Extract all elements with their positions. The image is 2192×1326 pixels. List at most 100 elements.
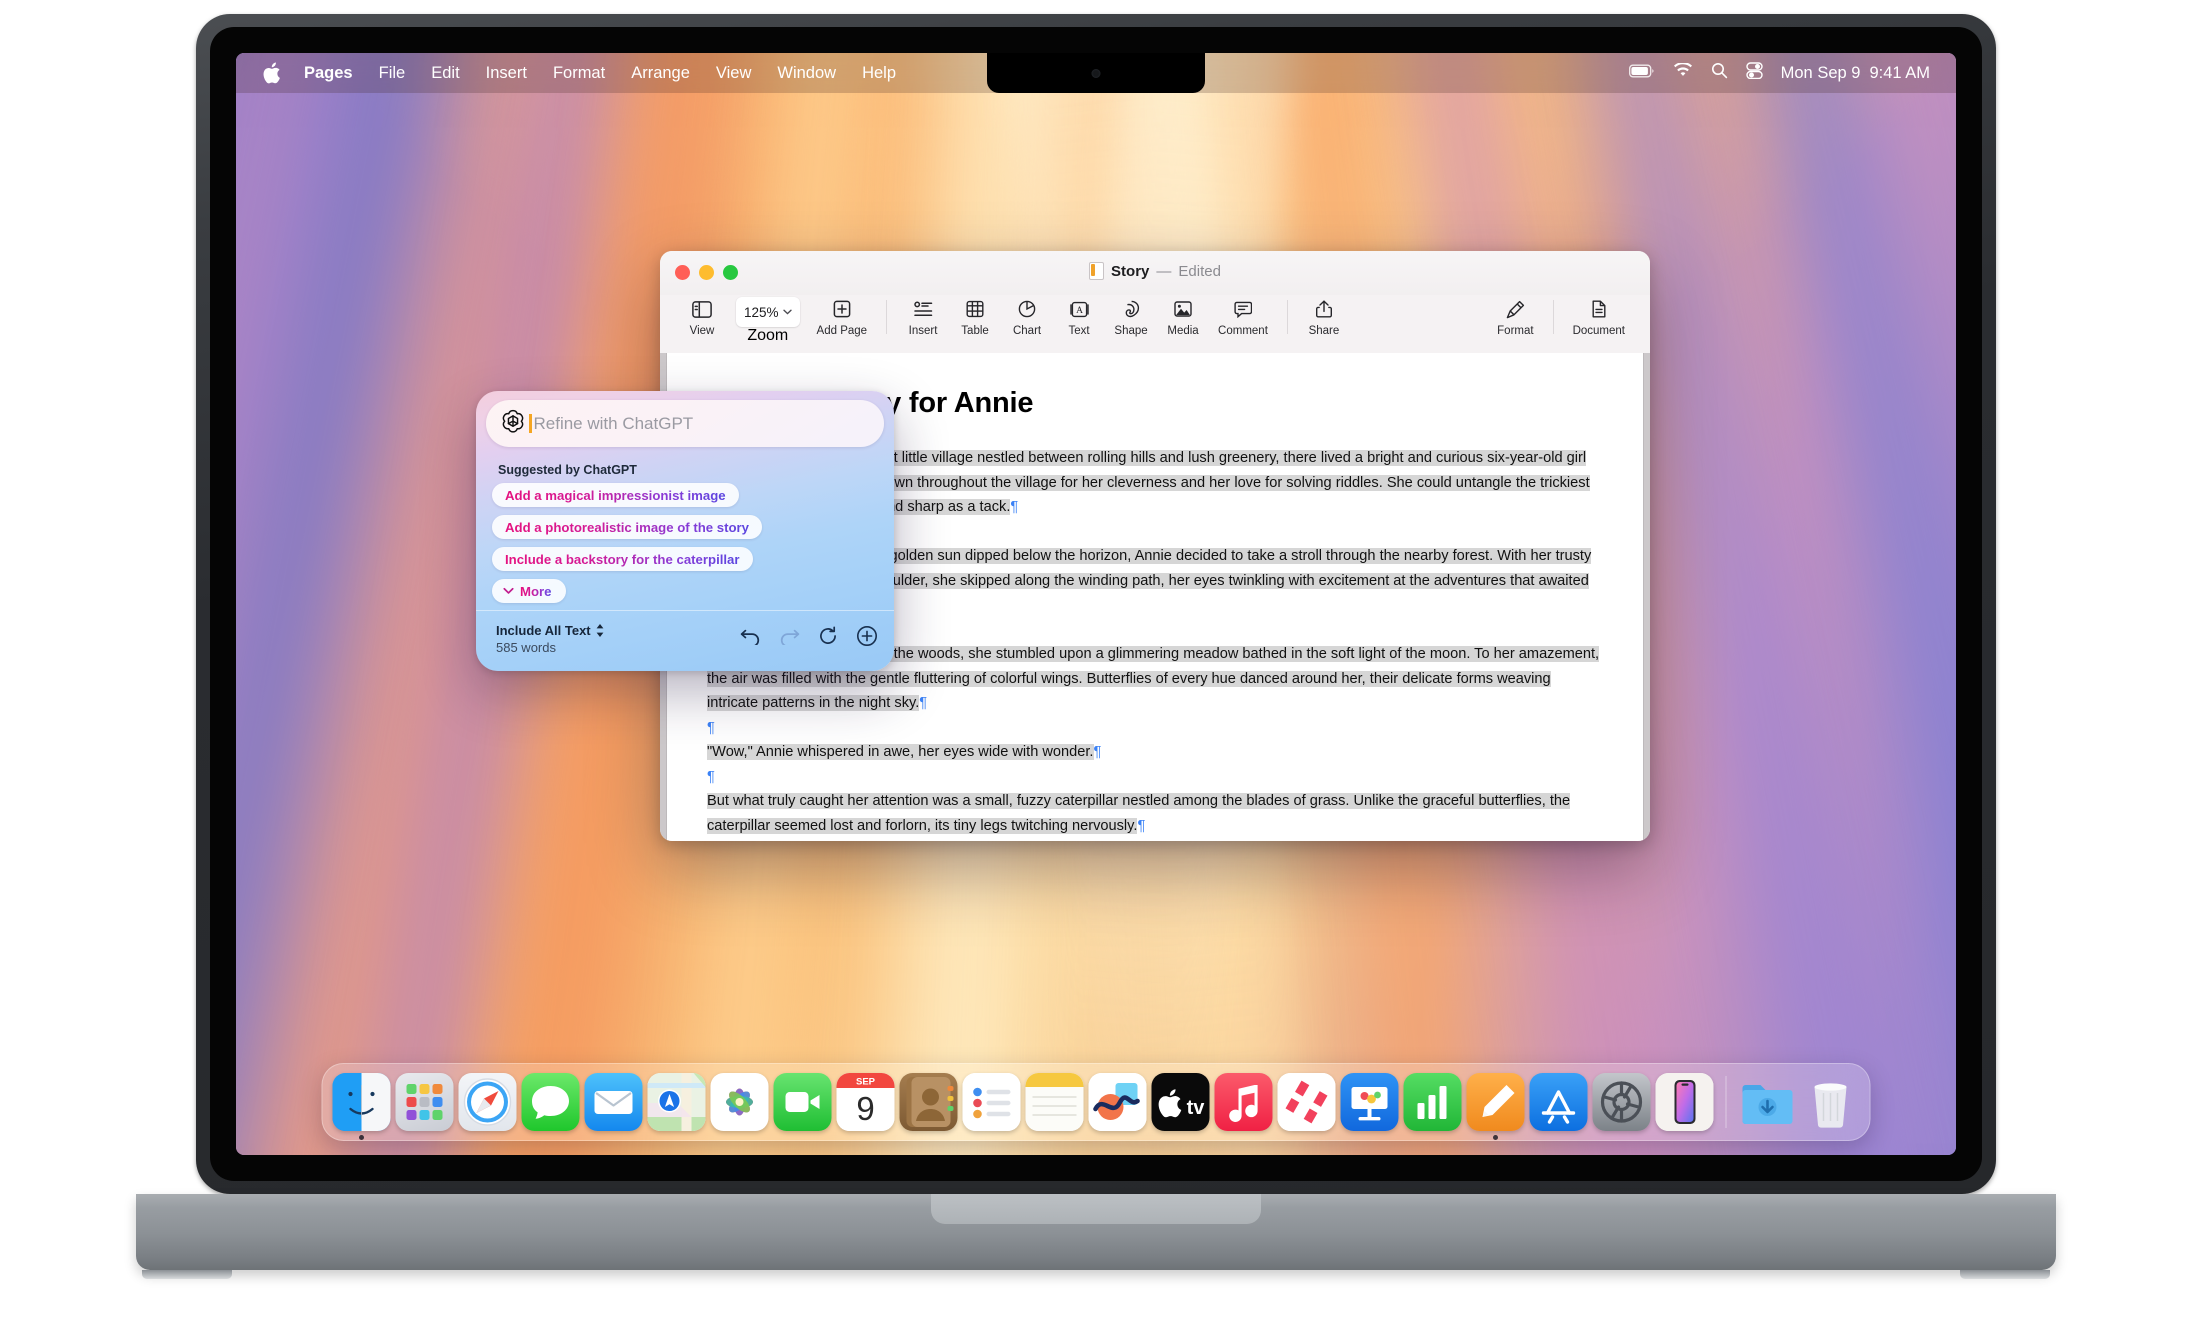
dock-item-safari[interactable] bbox=[458, 1073, 517, 1131]
dock: SEP 9 tv bbox=[321, 1063, 1871, 1141]
text-box-icon: A bbox=[1069, 296, 1089, 322]
media-icon bbox=[1174, 296, 1192, 322]
undo-icon[interactable] bbox=[739, 625, 761, 647]
battery-icon[interactable] bbox=[1628, 64, 1655, 83]
toolbar-share-button[interactable]: Share bbox=[1298, 296, 1350, 337]
pilcrow-mark: ¶ bbox=[1137, 817, 1146, 834]
control-center-icon[interactable] bbox=[1745, 62, 1763, 84]
dock-item-trash[interactable] bbox=[1802, 1073, 1860, 1131]
dock-item-music[interactable] bbox=[1214, 1073, 1273, 1131]
toolbar-zoom-control[interactable]: 125% Zoom bbox=[728, 296, 808, 345]
suggestion-chip-2[interactable]: Add a photorealistic image of the story bbox=[492, 515, 763, 539]
svg-text:tv: tv bbox=[1187, 1097, 1206, 1119]
dock-item-appstore[interactable] bbox=[1529, 1073, 1588, 1131]
menu-item-view[interactable]: View bbox=[703, 53, 764, 93]
more-label: More bbox=[520, 583, 552, 599]
comment-icon bbox=[1234, 296, 1252, 322]
toolbar-shape-label: Shape bbox=[1114, 325, 1148, 337]
more-suggestions-button[interactable]: More bbox=[492, 579, 566, 603]
stepper-icon bbox=[596, 624, 604, 637]
add-icon[interactable] bbox=[856, 625, 878, 647]
toolbar-shape-button[interactable]: Shape bbox=[1105, 296, 1157, 337]
chevron-down-icon bbox=[503, 587, 514, 594]
camera-icon bbox=[1091, 69, 1101, 78]
add-page-icon bbox=[833, 296, 851, 322]
toolbar-share-label: Share bbox=[1308, 325, 1340, 337]
redo-icon[interactable] bbox=[778, 625, 800, 647]
dock-item-appletv[interactable]: tv bbox=[1151, 1073, 1210, 1131]
laptop-foot-left bbox=[142, 1270, 232, 1279]
toolbar-document-button[interactable]: Document bbox=[1564, 296, 1634, 337]
dock-item-iphone-mirroring[interactable] bbox=[1655, 1073, 1714, 1131]
toolbar-text-button[interactable]: A Text bbox=[1053, 296, 1105, 337]
panel-action-buttons bbox=[739, 625, 878, 647]
menu-item-arrange[interactable]: Arrange bbox=[618, 53, 703, 93]
document-paragraph: But what truly caught her attention was … bbox=[707, 789, 1603, 838]
menu-item-insert[interactable]: Insert bbox=[473, 53, 540, 93]
chatgpt-prompt-field[interactable]: Refine with ChatGPT bbox=[486, 400, 884, 447]
toolbar-add-page-label: Add Page bbox=[816, 325, 868, 337]
dock-item-reminders[interactable] bbox=[962, 1073, 1021, 1131]
dock-item-calendar[interactable]: SEP 9 bbox=[836, 1073, 895, 1131]
laptop-bezel: Pages File Edit Insert Format Arrange Vi… bbox=[210, 27, 1982, 1181]
chatgpt-refine-panel: Refine with ChatGPT Suggested by ChatGPT… bbox=[476, 391, 894, 671]
search-icon[interactable] bbox=[1711, 62, 1728, 84]
dock-item-news[interactable] bbox=[1277, 1073, 1336, 1131]
dock-item-system-settings[interactable] bbox=[1592, 1073, 1651, 1131]
dock-item-finder[interactable] bbox=[332, 1073, 391, 1140]
document-title[interactable]: Story bbox=[1111, 263, 1149, 280]
blank-line: ¶ bbox=[707, 838, 1603, 841]
sidebar-icon bbox=[692, 296, 712, 322]
dock-item-downloads-folder[interactable] bbox=[1739, 1073, 1797, 1131]
toolbar-media-label: Media bbox=[1167, 325, 1199, 337]
toolbar-format-button[interactable]: Format bbox=[1488, 296, 1542, 337]
menu-bar-time: 9:41 AM bbox=[1869, 63, 1930, 82]
toolbar-format-label: Format bbox=[1497, 325, 1534, 337]
pages-toolbar: View 125% Zoom Add Page Insert Table Cha… bbox=[660, 295, 1650, 354]
toolbar-text-label: Text bbox=[1068, 325, 1090, 337]
dock-item-facetime[interactable] bbox=[773, 1073, 832, 1131]
toolbar-comment-button[interactable]: Comment bbox=[1209, 296, 1277, 337]
dock-item-photos[interactable] bbox=[710, 1073, 769, 1131]
toolbar-add-page-button[interactable]: Add Page bbox=[808, 296, 877, 337]
include-scope-dropdown[interactable]: Include All Text bbox=[496, 623, 604, 638]
menu-item-help[interactable]: Help bbox=[849, 53, 909, 93]
dock-item-pages[interactable] bbox=[1466, 1073, 1525, 1140]
dock-item-mail[interactable] bbox=[584, 1073, 643, 1131]
pilcrow-mark: ¶ bbox=[707, 768, 715, 785]
blank-line: ¶ bbox=[707, 765, 1603, 790]
toolbar-insert-button[interactable]: Insert bbox=[897, 296, 949, 337]
dock-item-messages[interactable] bbox=[521, 1073, 580, 1131]
dock-item-keynote[interactable] bbox=[1340, 1073, 1399, 1131]
dock-item-numbers[interactable] bbox=[1403, 1073, 1462, 1131]
word-count: 585 words bbox=[496, 640, 556, 655]
edited-status: Edited bbox=[1178, 262, 1221, 280]
toolbar-chart-button[interactable]: Chart bbox=[1001, 296, 1053, 337]
wifi-icon[interactable] bbox=[1673, 62, 1693, 83]
zoom-dropdown[interactable]: 125% bbox=[736, 297, 800, 327]
toolbar-view-button[interactable]: View bbox=[676, 296, 728, 337]
table-icon bbox=[966, 296, 984, 322]
menu-item-format[interactable]: Format bbox=[540, 53, 618, 93]
suggestion-chip-3[interactable]: Include a backstory for the caterpillar bbox=[492, 547, 753, 571]
dock-item-notes[interactable] bbox=[1025, 1073, 1084, 1131]
toolbar-table-button[interactable]: Table bbox=[949, 296, 1001, 337]
toolbar-media-button[interactable]: Media bbox=[1157, 296, 1209, 337]
camera-notch bbox=[987, 53, 1205, 93]
dock-item-launchpad[interactable] bbox=[395, 1073, 454, 1131]
dock-item-maps[interactable] bbox=[647, 1073, 706, 1131]
suggested-header: Suggested by ChatGPT bbox=[498, 463, 637, 477]
suggestion-chip-1[interactable]: Add a magical impressionist image bbox=[492, 483, 739, 507]
menu-item-window[interactable]: Window bbox=[764, 53, 849, 93]
dock-item-contacts[interactable] bbox=[899, 1073, 958, 1131]
apple-logo-icon[interactable] bbox=[256, 62, 291, 84]
laptop-foot-right bbox=[1960, 1270, 2050, 1279]
menu-item-file[interactable]: File bbox=[366, 53, 419, 93]
menu-item-pages[interactable]: Pages bbox=[291, 53, 366, 93]
toolbar-table-label: Table bbox=[961, 325, 989, 337]
regenerate-icon[interactable] bbox=[817, 625, 839, 647]
dock-item-freeform[interactable] bbox=[1088, 1073, 1147, 1131]
menu-bar-clock[interactable]: Mon Sep 9 9:41 AM bbox=[1781, 64, 1930, 83]
menu-item-edit[interactable]: Edit bbox=[418, 53, 472, 93]
pilcrow-mark: ¶ bbox=[1093, 744, 1102, 760]
